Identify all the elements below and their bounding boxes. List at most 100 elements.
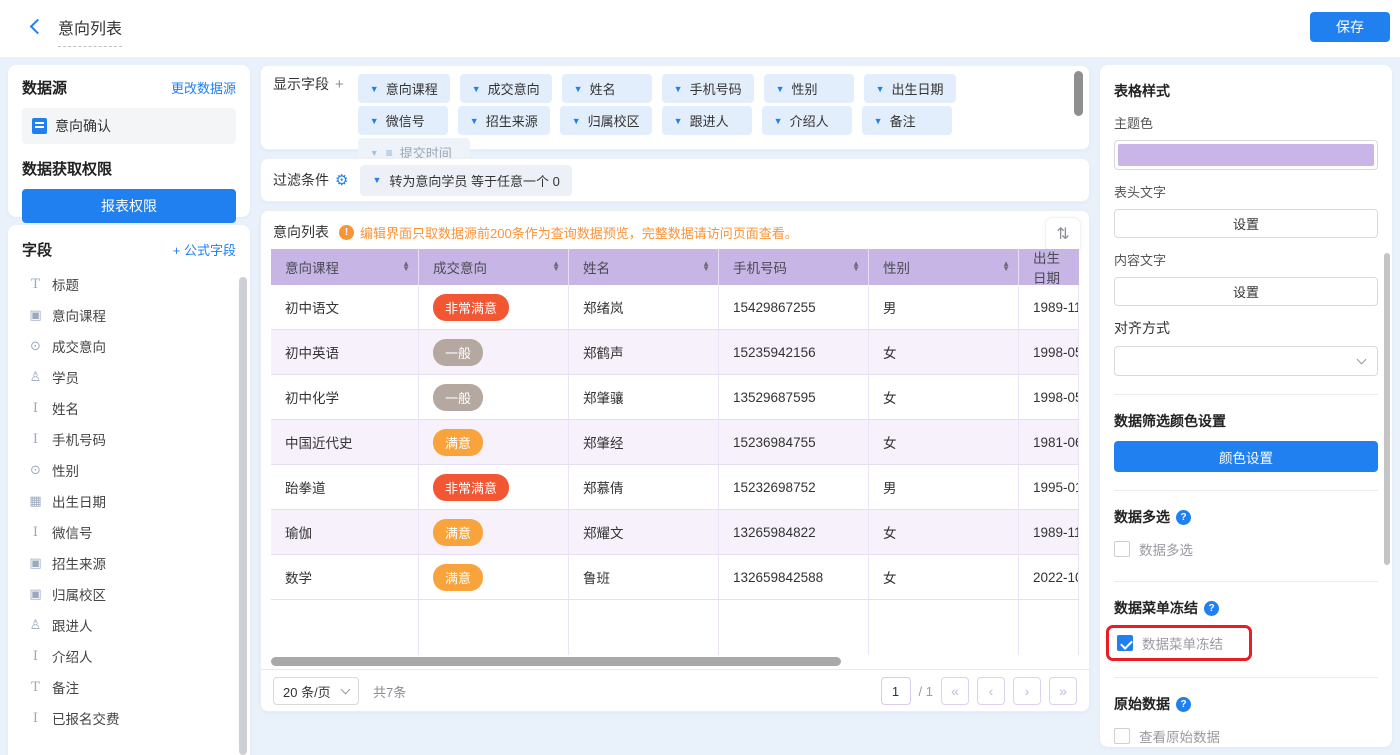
page-number-input[interactable] <box>881 677 911 705</box>
help-icon[interactable]: ? <box>1176 697 1191 712</box>
cell-course: 瑜伽 <box>271 510 419 555</box>
prev-page-button[interactable]: ‹ <box>977 677 1005 705</box>
sort-arrows-icon[interactable]: ▲▼ <box>552 262 560 272</box>
checkbox-label: 数据多选 <box>1139 539 1193 559</box>
change-datasource-link[interactable]: 更改数据源 <box>171 78 236 97</box>
column-label: 出生日期 <box>1033 247 1071 287</box>
column-header-gender[interactable]: 性别▲▼ <box>869 249 1019 285</box>
cell-course: 跆拳道 <box>271 465 419 510</box>
chip-enroll-source[interactable]: ▼招生来源 <box>458 106 550 135</box>
field-item-paid[interactable]: 已报名交费 <box>22 702 236 733</box>
column-header-intent[interactable]: 成交意向▲▼ <box>419 249 569 285</box>
cell-gender: 女 <box>869 375 1019 420</box>
help-icon[interactable]: ? <box>1204 601 1219 616</box>
next-page-button[interactable]: › <box>1013 677 1041 705</box>
content-text-settings-button[interactable]: 设置 <box>1114 277 1378 306</box>
add-display-field-button[interactable]: + <box>335 76 344 93</box>
chip-name[interactable]: ▼姓名 <box>562 74 652 103</box>
table-row[interactable]: 初中化学 一般 郑肇骧 13529687595 女 1998-05- <box>271 375 1079 420</box>
radio-icon <box>28 339 43 352</box>
first-page-button[interactable]: « <box>941 677 969 705</box>
field-item-title[interactable]: 标题 <box>22 268 236 299</box>
report-permission-button[interactable]: 报表权限 <box>22 189 236 223</box>
checkbox-unchecked[interactable] <box>1114 541 1130 557</box>
title-icon <box>28 277 43 291</box>
intent-badge: 满意 <box>433 429 483 456</box>
checkbox-unchecked[interactable] <box>1114 728 1130 744</box>
cell-intent: 一般 <box>419 375 569 420</box>
datasource-title: 数据源 <box>22 77 67 98</box>
table-horizontal-scrollbar[interactable] <box>271 657 841 666</box>
field-item-follower[interactable]: 跟进人 <box>22 609 236 640</box>
table-row[interactable]: 中国近代史 满意 郑肇经 15236984755 女 1981-06- <box>271 420 1079 465</box>
field-item-campus[interactable]: 归属校区 <box>22 578 236 609</box>
theme-color-picker[interactable] <box>1114 140 1378 170</box>
add-formula-field-link[interactable]: + 公式字段 <box>173 240 236 259</box>
field-item-gender[interactable]: 性别 <box>22 454 236 485</box>
chip-remark[interactable]: ▼备注 <box>862 106 952 135</box>
sort-arrows-icon[interactable]: ▲▼ <box>402 262 410 272</box>
field-item-wechat[interactable]: 微信号 <box>22 516 236 547</box>
field-item-birthdate[interactable]: 出生日期 <box>22 485 236 516</box>
filter-condition-chip[interactable]: ▼转为意向学员 等于任意一个 0 <box>360 165 571 196</box>
column-header-course[interactable]: 意向课程▲▼ <box>271 249 419 285</box>
table-row[interactable]: 跆拳道 非常满意 郑慕倩 15232698752 男 1995-01- <box>271 465 1079 510</box>
total-count: 共7条 <box>373 682 406 701</box>
column-header-phone[interactable]: 手机号码▲▼ <box>719 249 869 285</box>
fields-scrollbar[interactable] <box>239 277 247 755</box>
column-header-birthdate[interactable]: 出生日期 <box>1019 249 1079 285</box>
sort-arrows-icon[interactable]: ▲▼ <box>1002 262 1010 272</box>
table-row[interactable]: 瑜伽 满意 郑耀文 13265984822 女 1989-11- <box>271 510 1079 555</box>
table-row[interactable]: 初中英语 一般 郑鹤声 15235942156 女 1998-05- <box>271 330 1079 375</box>
raw-data-checkbox-row[interactable]: 查看原始数据 <box>1114 726 1378 746</box>
table-style-title: 表格样式 <box>1114 81 1378 101</box>
page-size-value: 20 条/页 <box>283 682 331 701</box>
chip-gender[interactable]: ▼性别 <box>764 74 854 103</box>
multi-select-checkbox-row[interactable]: 数据多选 <box>1114 539 1378 559</box>
cell-phone: 132659842588 <box>719 555 869 600</box>
chip-wechat[interactable]: ▼微信号 <box>358 106 448 135</box>
field-item-phone[interactable]: 手机号码 <box>22 423 236 454</box>
table-row[interactable]: 数学 满意 鲁班 132659842588 女 2022-10- <box>271 555 1079 600</box>
cell-phone: 15236984755 <box>719 420 869 465</box>
field-item-deal-intent[interactable]: 成交意向 <box>22 330 236 361</box>
select-icon <box>28 308 43 321</box>
back-icon[interactable] <box>30 19 46 35</box>
chip-deal-intent[interactable]: ▼成交意向 <box>460 74 552 103</box>
table-row[interactable]: 初中语文 非常满意 郑绪岚 15429867255 男 1989-11- <box>271 285 1079 330</box>
checkbox-checked[interactable] <box>1117 635 1133 651</box>
chip-intent-course[interactable]: ▼意向课程 <box>358 74 450 103</box>
save-button[interactable]: 保存 <box>1310 12 1390 42</box>
gear-icon[interactable]: ⚙ <box>335 171 348 189</box>
cell-intent: 满意 <box>419 555 569 600</box>
text-icon <box>28 649 43 663</box>
chip-birthdate[interactable]: ▼出生日期 <box>864 74 956 103</box>
field-item-student[interactable]: 学员 <box>22 361 236 392</box>
help-icon[interactable]: ? <box>1176 510 1191 525</box>
style-panel-scrollbar[interactable] <box>1384 253 1390 565</box>
cell-birthdate: 1981-06- <box>1019 420 1079 465</box>
header-text-settings-button[interactable]: 设置 <box>1114 209 1378 238</box>
field-item-name[interactable]: 姓名 <box>22 392 236 423</box>
field-item-referrer[interactable]: 介绍人 <box>22 640 236 671</box>
intent-badge: 非常满意 <box>433 294 509 321</box>
chip-campus[interactable]: ▼归属校区 <box>560 106 652 135</box>
datasource-item[interactable]: 意向确认 <box>22 108 236 144</box>
field-label: 性别 <box>52 460 79 480</box>
align-select[interactable] <box>1114 346 1378 376</box>
chip-referrer[interactable]: ▼介绍人 <box>762 106 852 135</box>
page-size-select[interactable]: 20 条/页 <box>273 677 359 705</box>
column-header-name[interactable]: 姓名▲▼ <box>569 249 719 285</box>
display-fields-scrollbar[interactable] <box>1074 71 1083 116</box>
chip-follower[interactable]: ▼跟进人 <box>662 106 752 135</box>
color-settings-button[interactable]: 颜色设置 <box>1114 441 1378 472</box>
chip-label: 归属校区 <box>588 111 640 130</box>
sort-arrows-icon[interactable]: ▲▼ <box>702 262 710 272</box>
field-item-intent-course[interactable]: 意向课程 <box>22 299 236 330</box>
chip-phone[interactable]: ▼手机号码 <box>662 74 754 103</box>
last-page-button[interactable]: » <box>1049 677 1077 705</box>
field-item-remark[interactable]: 备注 <box>22 671 236 702</box>
freeze-checkbox-row[interactable]: 数据菜单冻结 <box>1117 633 1223 653</box>
sort-arrows-icon[interactable]: ▲▼ <box>852 262 860 272</box>
field-item-enroll-source[interactable]: 招生来源 <box>22 547 236 578</box>
